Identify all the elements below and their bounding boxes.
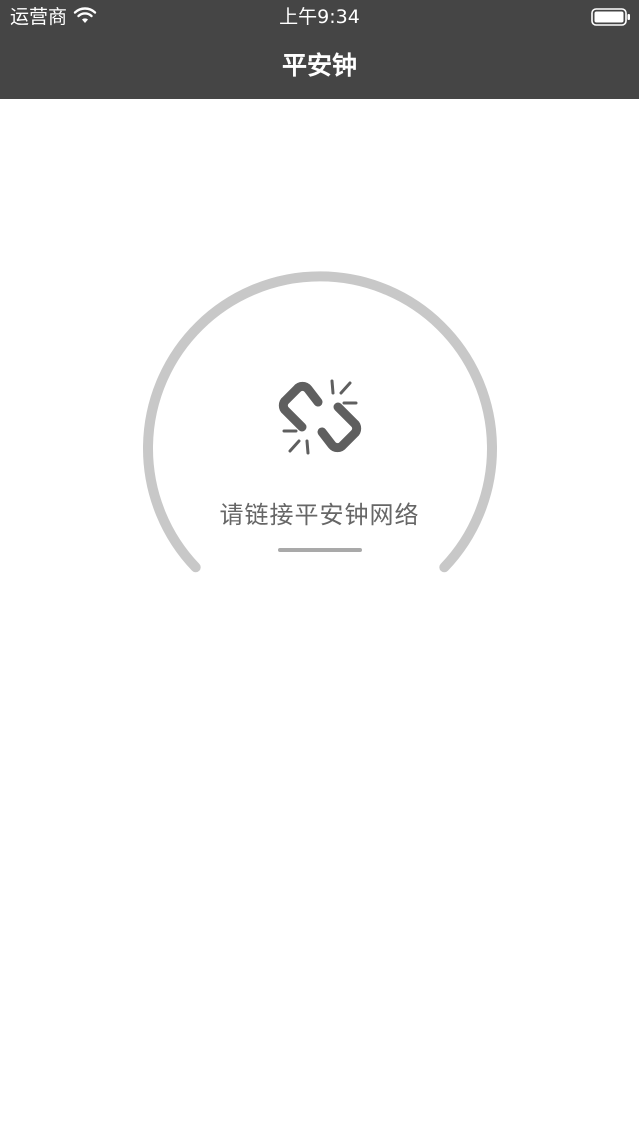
screen: 运营商 上午9:34 平安钟 请链接平安钟网络 [0,0,639,1136]
connect-network-message: 请链接平安钟网络 [219,501,420,529]
status-bar: 运营商 上午9:34 [0,0,639,34]
page-title: 平安钟 [281,51,357,80]
battery-icon [591,8,630,26]
app-header: 运营商 上午9:34 平安钟 [0,0,639,99]
clock: 上午9:34 [279,6,360,28]
broken-link-icon [278,379,362,455]
status-indicator-bar [278,548,362,552]
